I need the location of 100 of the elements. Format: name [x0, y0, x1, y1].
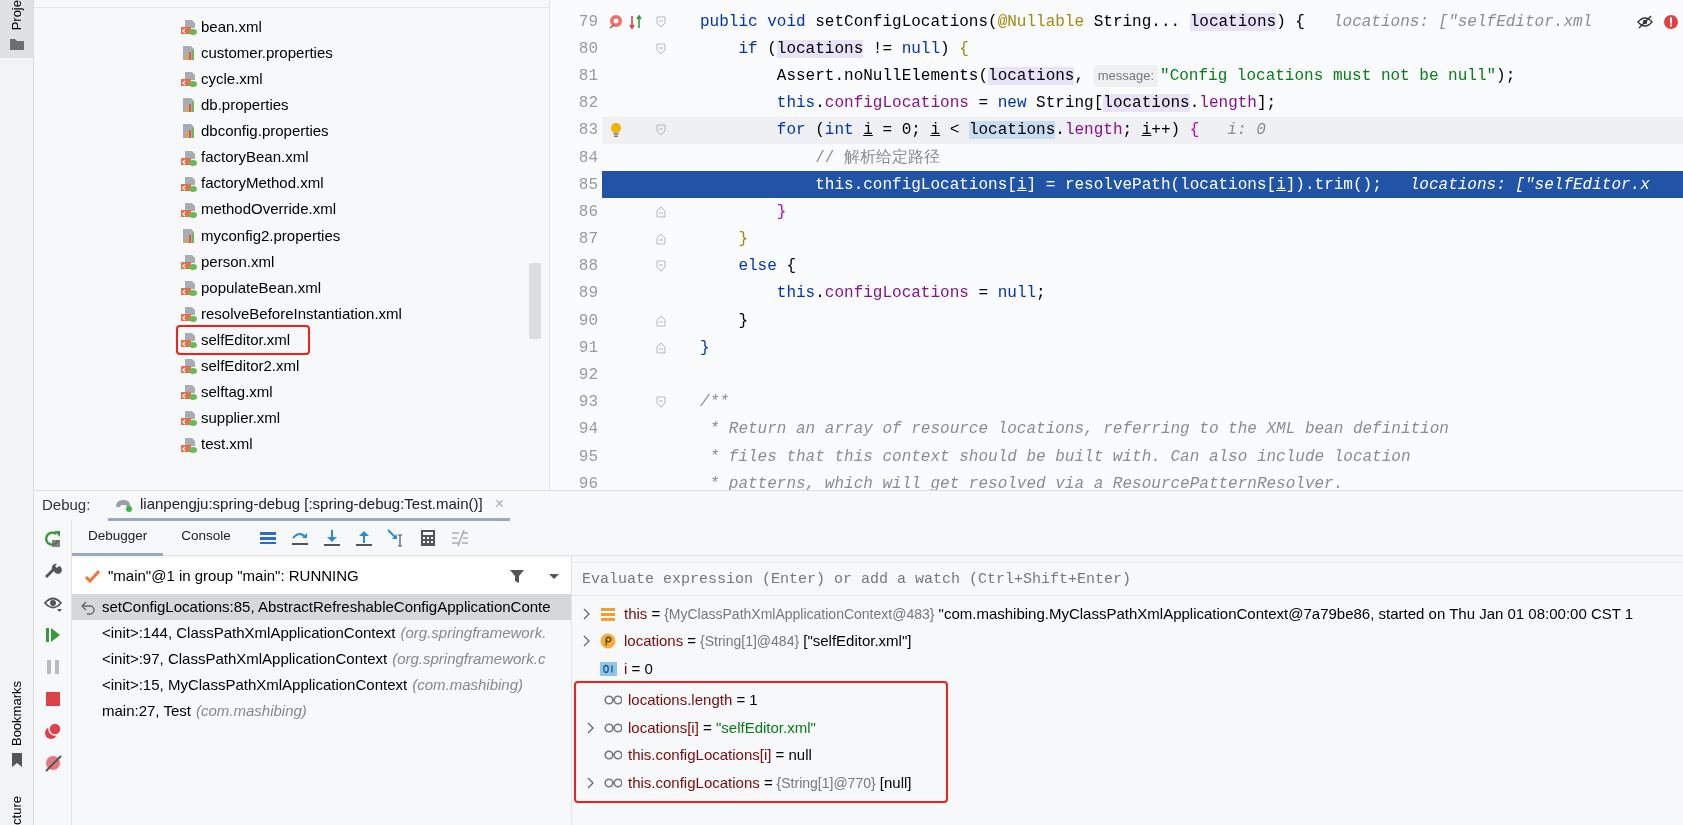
frame-location: <init>:15, MyClassPathXmlApplicationContext	[102, 674, 408, 695]
file-name[interactable]: test.xml	[198, 432, 257, 457]
parameter-hint: message:	[1093, 65, 1159, 87]
xml-file-icon	[180, 175, 198, 192]
code-line: Assert.noNullElements(locations,	[775, 65, 1086, 87]
file-name[interactable]: person.xml	[198, 249, 279, 275]
stack-icon	[600, 605, 618, 622]
variable-entry[interactable]: locations = {String[1]@484} ["selfEditor.xml"]	[624, 630, 912, 653]
file-name[interactable]: dbconfig.properties	[198, 119, 333, 144]
expand-icon[interactable]	[585, 775, 595, 790]
mute-breakpoints-icon[interactable]	[43, 754, 62, 772]
file-name[interactable]: myconfig2.properties	[198, 223, 345, 249]
error-icon[interactable]	[1663, 13, 1679, 30]
xml-file-icon	[180, 410, 198, 427]
variable-entry[interactable]: this.configLocations[i] = null	[628, 744, 812, 767]
evaluate-field[interactable]: Evaluate expression (Enter) or add a watch (Ctrl+Shift+Enter)	[572, 562, 1683, 596]
frame-package: (com.mashibing)	[195, 700, 307, 721]
method-icon[interactable]	[608, 13, 624, 30]
stack-frame[interactable]: <init>:15, MyClassPathXmlApplicationContext (com.mashibing)	[72, 672, 571, 698]
line-number: 89	[577, 283, 599, 305]
line-number: 94	[577, 419, 599, 441]
file-name[interactable]: selfEditor.xml	[198, 327, 295, 353]
code-line: // 解析给定路径	[814, 147, 941, 169]
filter-icon[interactable]	[509, 568, 525, 584]
variable-entry[interactable]: this = {MyClassPathXmlApplicationContext@483} "com.mashibing.MyClassPathXmlApplicationContext@7a79be86, started on Thu Jan 01 08:00:00 CST 1	[624, 602, 1634, 625]
line-number: 87	[577, 229, 599, 251]
stack-frame[interactable]: main:27, Test (com.mashibing)	[72, 698, 571, 724]
calculator-icon[interactable]	[418, 528, 437, 547]
frame-location: <init>:97, ClassPathXmlApplicationContext	[102, 648, 388, 669]
tool-window-label[interactable]: Bookmarks	[6, 681, 27, 747]
thread-selector[interactable]: "main"@1 in group "main": RUNNING	[72, 558, 571, 594]
frame-location: setConfigLocations:85, AbstractRefreshableConfigApplicationConte	[102, 596, 551, 617]
frame-package: (org.springframework.	[400, 622, 547, 643]
lightbulb-icon[interactable]	[608, 122, 624, 139]
file-name[interactable]: bean.xml	[198, 14, 266, 40]
line-number: 79	[577, 11, 599, 33]
frame-package: (com.mashibing)	[412, 674, 524, 695]
arrows-icon[interactable]	[628, 13, 644, 30]
variable-entry[interactable]: locations.length = 1	[628, 689, 758, 712]
variable-entry[interactable]: this.configLocations = {String[1]@770} [null]	[628, 771, 912, 794]
line-number: 85	[577, 174, 599, 196]
line-number: 81	[577, 65, 599, 87]
panel-title: Debug:	[41, 495, 92, 516]
file-name[interactable]: selfEditor2.xml	[198, 354, 304, 379]
xml-file-icon	[180, 19, 198, 36]
xml-file-icon	[180, 149, 198, 166]
frame-package: (org.springframework.c	[392, 648, 546, 669]
rerun-icon[interactable]	[43, 530, 62, 548]
line-number: 88	[577, 256, 599, 278]
file-name[interactable]: methodOverride.xml	[198, 197, 341, 222]
wrench-icon[interactable]	[43, 562, 62, 580]
line-number: 86	[577, 201, 599, 223]
code-line: this.configLocations[i] = resolvePath(locations[i]).trim();	[814, 174, 1382, 196]
step-into-icon[interactable]	[322, 528, 341, 547]
file-name[interactable]: supplier.xml	[198, 406, 285, 431]
stop-icon[interactable]	[43, 690, 62, 708]
code-line: }	[775, 201, 787, 223]
tool-window-label[interactable]: cture	[6, 796, 27, 825]
file-name[interactable]: db.properties	[198, 93, 293, 118]
run-to-cursor-icon[interactable]	[386, 528, 405, 547]
file-name[interactable]: populateBean.xml	[198, 275, 326, 301]
frame-location: <init>:144, ClassPathXmlApplicationContext	[102, 622, 396, 643]
code-line: /**	[700, 392, 729, 414]
tab[interactable]: Debugger	[72, 519, 164, 556]
session-tab[interactable]: lianpengju:spring-debug [:spring-debug:Test.main()] ×	[108, 490, 511, 521]
variable-entry[interactable]: locations[i] = "selfEditor.xml"	[628, 716, 816, 739]
code-line: * Return an array of resource locations, referring to the XML bean definition	[708, 419, 1449, 441]
xml-file-icon	[180, 436, 198, 453]
variable-entry[interactable]: i = 0	[624, 657, 653, 680]
breakpoints-icon[interactable]	[43, 722, 62, 740]
session-name: lianpengju:spring-debug [:spring-debug:Test.main()]	[140, 493, 483, 514]
stack-frame[interactable]: <init>:144, ClassPathXmlApplicationContext (org.springframework.	[72, 620, 571, 646]
file-name[interactable]: customer.properties	[198, 40, 337, 66]
expand-icon[interactable]	[585, 720, 595, 735]
step-out-icon[interactable]	[354, 528, 373, 547]
expand-icon[interactable]	[581, 634, 591, 649]
line-number: 84	[577, 147, 599, 169]
code-line: for (int i = 0; i < locations.length; i++) {	[775, 120, 1200, 142]
resume-icon[interactable]	[43, 626, 62, 644]
stack-frame[interactable]: setConfigLocations:85, AbstractRefreshableConfigApplicationConte	[72, 594, 571, 620]
file-name[interactable]: cycle.xml	[198, 67, 267, 92]
file-name[interactable]: factoryBean.xml	[198, 145, 313, 170]
scrollbar-thumb[interactable]	[529, 263, 541, 339]
tab[interactable]: Console	[165, 519, 247, 556]
file-name[interactable]: factoryMethod.xml	[198, 171, 328, 196]
folder-icon	[8, 36, 25, 53]
trace-icon[interactable]	[450, 528, 469, 547]
code-line: }	[700, 337, 710, 359]
code-line: }	[737, 229, 748, 251]
xml-file-icon	[180, 306, 198, 323]
eye-off-icon[interactable]	[1637, 13, 1653, 30]
code-line: else {	[737, 256, 796, 278]
inline-value-hint: locations: ["selfEditor.x	[1409, 174, 1650, 196]
expand-icon[interactable]	[581, 606, 591, 621]
file-name[interactable]: selftag.xml	[198, 380, 277, 405]
file-name[interactable]: resolveBeforeInstantiation.xml	[198, 301, 406, 327]
line-number: 82	[577, 93, 599, 115]
parameter-icon	[600, 633, 618, 650]
line-number: 83	[577, 120, 599, 142]
stack-frame[interactable]: <init>:97, ClassPathXmlApplicationContext (org.springframework.c	[72, 646, 571, 672]
